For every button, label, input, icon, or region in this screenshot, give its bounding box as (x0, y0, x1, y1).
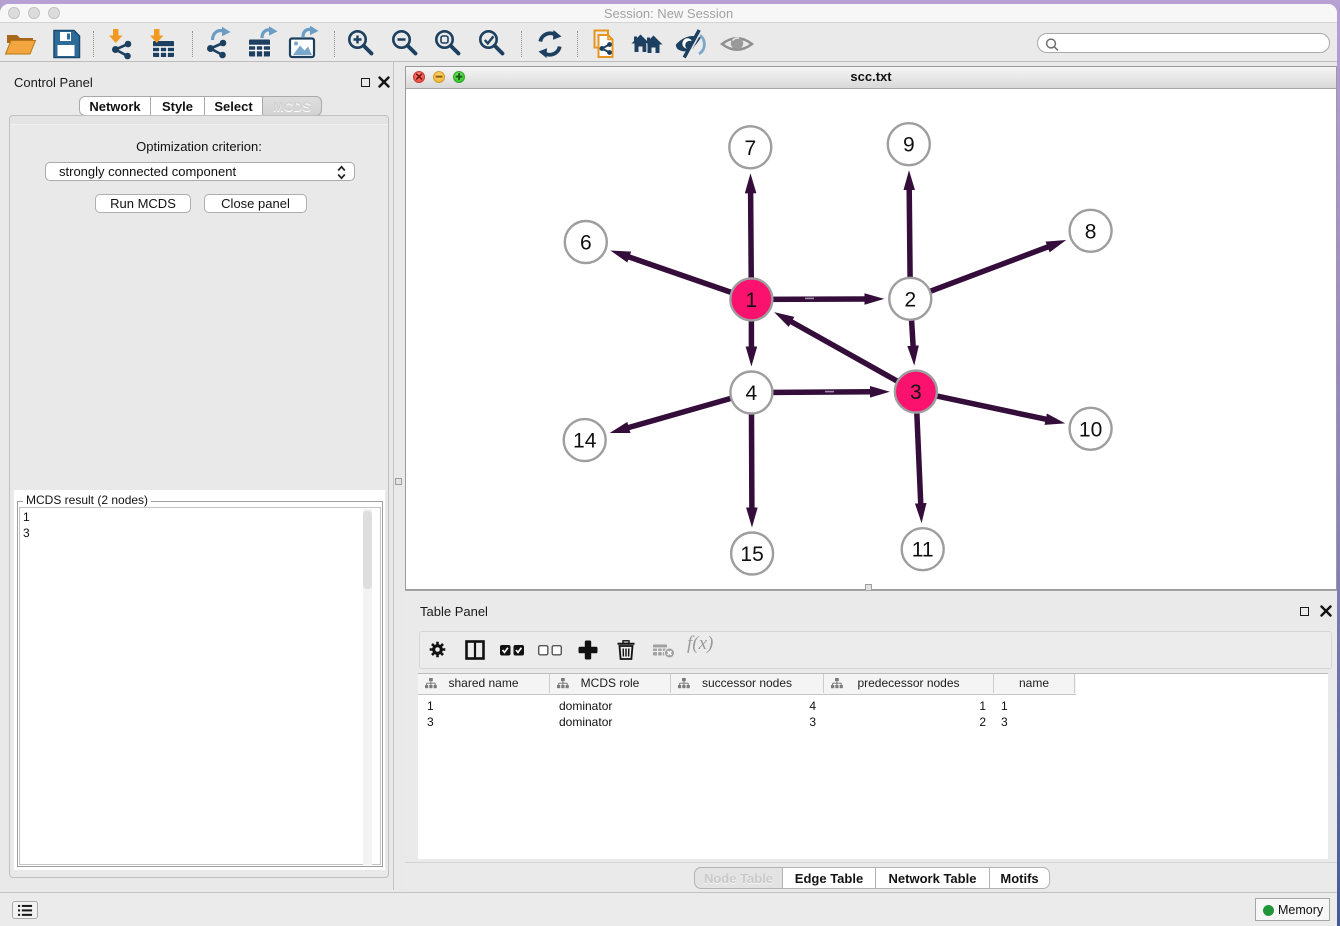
svg-text:3: 3 (910, 381, 922, 404)
svg-text:15: 15 (740, 543, 763, 566)
svg-text:14: 14 (573, 430, 597, 453)
svg-text:11: 11 (912, 539, 934, 562)
svg-text:7: 7 (744, 137, 756, 160)
svg-text:2: 2 (904, 288, 916, 311)
svg-text:1: 1 (746, 289, 758, 312)
svg-text:6: 6 (580, 232, 592, 255)
svg-text:4: 4 (746, 382, 758, 405)
svg-text:9: 9 (903, 134, 915, 157)
svg-text:8: 8 (1085, 220, 1097, 243)
svg-text:10: 10 (1079, 418, 1102, 441)
